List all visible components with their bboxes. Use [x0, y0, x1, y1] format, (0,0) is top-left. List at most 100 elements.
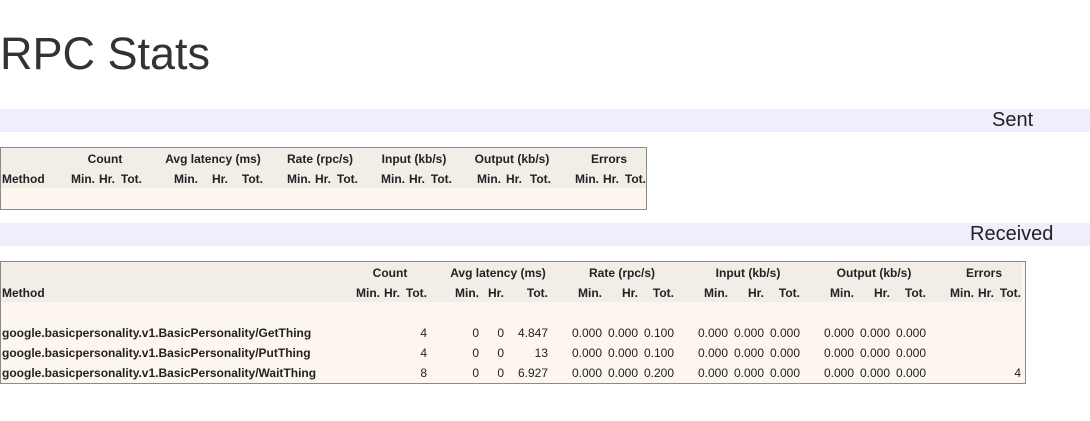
received-input-min-header: Min. [704, 286, 728, 300]
received-input-tot-header: Tot. [778, 286, 800, 300]
output-min-cell: 0.000 [823, 366, 854, 380]
received-rate-min-header: Min. [578, 286, 602, 300]
received-output-tot-header: Tot. [904, 286, 926, 300]
sent-stats-table: Count Avg latency (ms) Rate (rpc/s) Inpu… [0, 147, 647, 210]
received-header-method: Method [2, 286, 45, 300]
input-min-cell: 0.000 [697, 366, 728, 380]
rate-min-cell: 0.000 [571, 346, 602, 360]
sent-input-min-header: Min. [381, 172, 405, 186]
count-tot-cell: 4 [420, 346, 427, 360]
output-tot-cell: 0.000 [895, 366, 926, 380]
rate-tot-cell: 0.100 [643, 346, 674, 360]
sent-errors-tot-header: Tot. [624, 172, 646, 186]
sent-header-method: Method [2, 172, 45, 186]
output-hr-cell: 0.000 [859, 326, 890, 340]
latency-min-cell: 0 [472, 346, 479, 360]
received-latency-tot-header: Tot. [526, 286, 548, 300]
sent-input-tot-header: Tot. [430, 172, 452, 186]
received-stats-table: Count Avg latency (ms) Rate (rpc/s) Inpu… [0, 261, 1026, 384]
input-tot-cell: 0.000 [769, 326, 800, 340]
sent-latency-hr-header: Hr. [211, 172, 228, 186]
received-latency-min-header: Min. [455, 286, 479, 300]
sent-header-output: Output (kb/s) [474, 152, 550, 166]
count-tot-cell: 4 [420, 326, 427, 340]
received-header-errors: Errors [965, 266, 1003, 280]
rate-hr-cell: 0.000 [607, 366, 638, 380]
received-header-rate: Rate (rpc/s) [588, 266, 656, 280]
received-section-label: Received [970, 223, 1054, 245]
input-tot-cell: 0.000 [769, 366, 800, 380]
input-tot-cell: 0.000 [769, 346, 800, 360]
latency-tot-cell: 13 [534, 346, 548, 360]
received-header-output: Output (kb/s) [836, 266, 912, 280]
received-errors-min-header: Min. [950, 286, 974, 300]
sent-latency-min-header: Min. [174, 172, 198, 186]
input-hr-cell: 0.000 [733, 326, 764, 340]
rate-tot-cell: 0.100 [643, 326, 674, 340]
rate-min-cell: 0.000 [571, 366, 602, 380]
output-min-cell: 0.000 [823, 326, 854, 340]
received-header-input: Input (kb/s) [715, 266, 781, 280]
latency-hr-cell: 0 [497, 366, 504, 380]
output-hr-cell: 0.000 [859, 366, 890, 380]
sent-count-hr-header: Hr. [98, 172, 115, 186]
sent-rate-hr-header: Hr. [314, 172, 331, 186]
sent-count-min-header: Min. [71, 172, 95, 186]
rate-hr-cell: 0.000 [607, 346, 638, 360]
count-tot-cell: 8 [420, 366, 427, 380]
received-count-tot-header: Tot. [405, 286, 427, 300]
sent-section-label: Sent [992, 109, 1034, 131]
latency-min-cell: 0 [472, 326, 479, 340]
input-min-cell: 0.000 [697, 346, 728, 360]
latency-hr-cell: 0 [497, 326, 504, 340]
received-output-min-header: Min. [830, 286, 854, 300]
sent-count-tot-header: Tot. [120, 172, 142, 186]
sent-rate-min-header: Min. [287, 172, 311, 186]
received-count-min-header: Min. [356, 286, 380, 300]
sent-output-tot-header: Tot. [529, 172, 551, 186]
received-latency-hr-header: Hr. [487, 286, 504, 300]
method-name: google.basicpersonality.v1.BasicPersonal… [2, 346, 311, 360]
output-tot-cell: 0.000 [895, 346, 926, 360]
errors-tot-cell: 4 [1014, 366, 1021, 380]
page-title: RPC Stats [0, 28, 211, 79]
input-min-cell: 0.000 [697, 326, 728, 340]
output-hr-cell: 0.000 [859, 346, 890, 360]
input-hr-cell: 0.000 [733, 366, 764, 380]
received-input-hr-header: Hr. [747, 286, 764, 300]
latency-hr-cell: 0 [497, 346, 504, 360]
sent-header-rate: Rate (rpc/s) [286, 152, 354, 166]
received-header-count: Count [372, 266, 408, 280]
sent-errors-min-header: Min. [575, 172, 599, 186]
sent-header-avg-latency: Avg latency (ms) [165, 152, 261, 166]
latency-tot-cell: 4.847 [517, 326, 548, 340]
sent-latency-tot-header: Tot. [241, 172, 263, 186]
received-errors-tot-header: Tot. [999, 286, 1021, 300]
input-hr-cell: 0.000 [733, 346, 764, 360]
output-tot-cell: 0.000 [895, 326, 926, 340]
rate-hr-cell: 0.000 [607, 326, 638, 340]
sent-header-input: Input (kb/s) [381, 152, 447, 166]
sent-header-count: Count [87, 152, 123, 166]
latency-min-cell: 0 [472, 366, 479, 380]
received-errors-hr-header: Hr. [977, 286, 994, 300]
sent-section-header: Sent [0, 109, 1090, 132]
sent-output-hr-header: Hr. [505, 172, 522, 186]
rate-tot-cell: 0.200 [643, 366, 674, 380]
sent-output-min-header: Min. [477, 172, 501, 186]
latency-tot-cell: 6.927 [517, 366, 548, 380]
received-count-hr-header: Hr. [383, 286, 400, 300]
method-name: google.basicpersonality.v1.BasicPersonal… [2, 366, 317, 380]
sent-input-hr-header: Hr. [408, 172, 425, 186]
received-header-avg-latency: Avg latency (ms) [450, 266, 546, 280]
method-name: google.basicpersonality.v1.BasicPersonal… [2, 326, 312, 340]
received-rate-hr-header: Hr. [621, 286, 638, 300]
received-output-hr-header: Hr. [873, 286, 890, 300]
sent-errors-hr-header: Hr. [602, 172, 619, 186]
received-rate-tot-header: Tot. [652, 286, 674, 300]
rate-min-cell: 0.000 [571, 326, 602, 340]
received-section-header: Received [0, 223, 1090, 246]
sent-rate-tot-header: Tot. [336, 172, 358, 186]
output-min-cell: 0.000 [823, 346, 854, 360]
sent-header-errors: Errors [590, 152, 628, 166]
